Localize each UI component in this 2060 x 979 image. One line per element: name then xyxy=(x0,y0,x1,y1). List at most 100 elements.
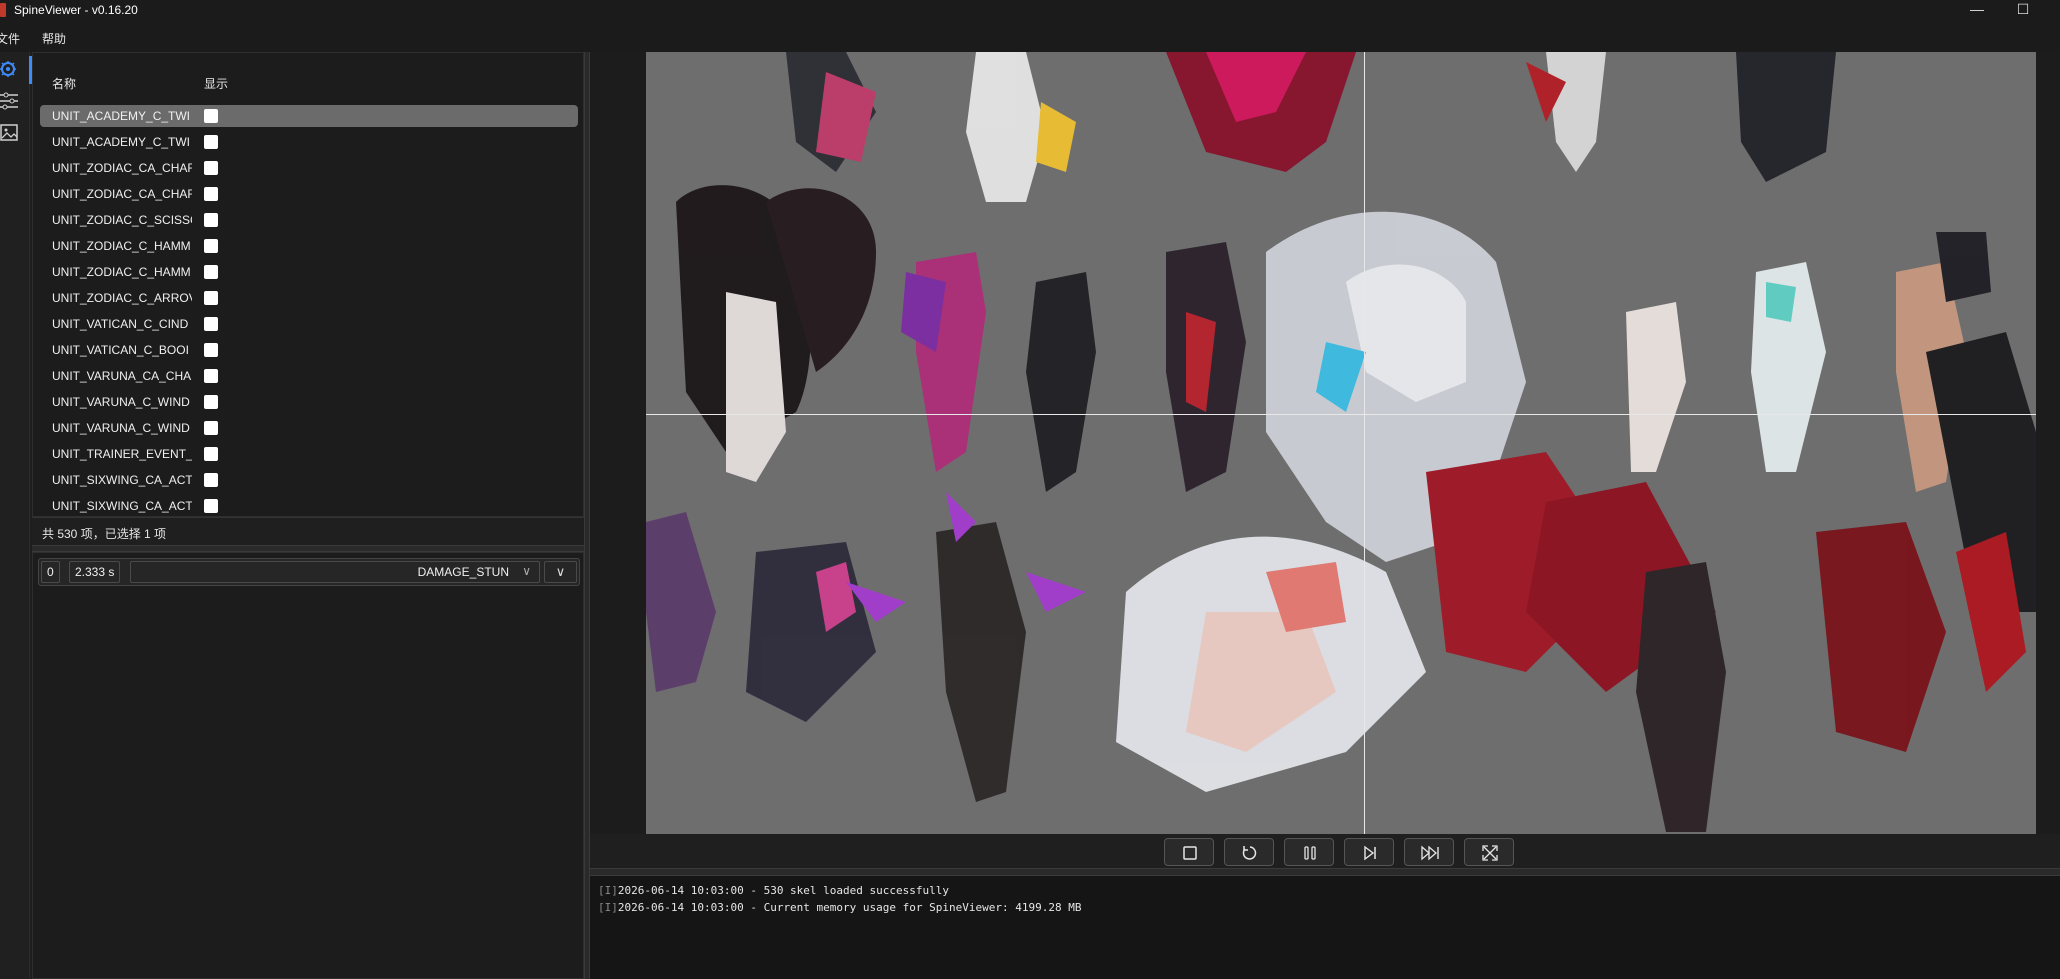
show-checkbox[interactable] xyxy=(204,187,218,201)
title-bar: SpineViewer - v0.16.20 — ☐ xyxy=(0,0,2060,20)
list-item[interactable]: UNIT_ZODIAC_C_HAMM xyxy=(40,235,578,257)
fast-forward-icon xyxy=(1421,845,1439,861)
list-item[interactable]: UNIT_TRAINER_EVENT_I xyxy=(40,443,578,465)
preview-area xyxy=(590,52,2060,834)
image-icon[interactable] xyxy=(0,122,20,144)
list-item-name: UNIT_VARUNA_CA_CHA xyxy=(52,369,192,383)
show-checkbox[interactable] xyxy=(204,135,218,149)
list-item-name: UNIT_ZODIAC_C_HAMM xyxy=(52,239,191,253)
show-checkbox[interactable] xyxy=(204,161,218,175)
window-title: SpineViewer - v0.16.20 xyxy=(14,3,138,17)
list-item-name: UNIT_ZODIAC_CA_CHAF xyxy=(52,187,192,201)
menu-bar: 文件 帮助 xyxy=(0,20,2060,52)
list-item-name: UNIT_ZODIAC_C_HAMM xyxy=(52,265,191,279)
show-checkbox[interactable] xyxy=(204,447,218,461)
crosshair-horizontal xyxy=(646,414,2036,415)
restart-icon xyxy=(1242,846,1257,860)
show-checkbox[interactable] xyxy=(204,473,218,487)
show-checkbox[interactable] xyxy=(204,369,218,383)
list-item-name: UNIT_SIXWING_CA_ACT xyxy=(52,499,192,513)
show-checkbox[interactable] xyxy=(204,213,218,227)
stop-button[interactable] xyxy=(1164,838,1214,866)
list-item-name: UNIT_VATICAN_C_CIND xyxy=(52,317,189,331)
show-checkbox[interactable] xyxy=(204,239,218,253)
track-index: 0 xyxy=(41,561,60,583)
log-message: 2026-06-14 10:03:00 - 530 skel loaded su… xyxy=(617,884,950,897)
list-item-name: UNIT_ACADEMY_C_TWI xyxy=(52,109,191,123)
log-panel: [I]2026-06-14 10:03:00 - 530 skel loaded… xyxy=(590,876,2060,979)
left-panel: 名称 显示 UNIT_ACADEMY_C_TWI UNIT_ACADEMY_C_… xyxy=(32,52,584,979)
list-status-bar: 共 530 项，已选择 1 项 xyxy=(32,517,584,545)
list-item[interactable]: UNIT_VATICAN_C_CIND xyxy=(40,313,578,335)
animation-panel: 0 2.333 s DAMAGE_STUN ∨ ∨ xyxy=(32,552,584,979)
animation-track-row: 0 2.333 s DAMAGE_STUN ∨ ∨ xyxy=(38,558,580,586)
list-item[interactable]: UNIT_ZODIAC_C_ARROV xyxy=(40,287,578,309)
sliders-icon[interactable] xyxy=(0,90,20,112)
pause-icon xyxy=(1304,846,1316,860)
chevron-down-icon: ∨ xyxy=(522,564,531,578)
step-forward-icon xyxy=(1364,845,1376,861)
list-item-name: UNIT_TRAINER_EVENT_I xyxy=(52,447,192,461)
show-checkbox[interactable] xyxy=(204,109,218,123)
list-item[interactable]: UNIT_SIXWING_CA_ACT xyxy=(40,495,578,515)
log-message: 2026-06-14 10:03:00 - Current memory usa… xyxy=(617,901,1082,914)
list-item[interactable]: UNIT_ZODIAC_CA_CHAF xyxy=(40,157,578,179)
list-item[interactable]: UNIT_VATICAN_C_BOOI xyxy=(40,339,578,361)
skeleton-list: 名称 显示 UNIT_ACADEMY_C_TWI UNIT_ACADEMY_C_… xyxy=(32,52,584,517)
expand-icon xyxy=(1482,845,1498,861)
settings-cog-icon[interactable] xyxy=(0,58,20,80)
spine-canvas[interactable] xyxy=(646,52,2036,834)
animation-select[interactable]: DAMAGE_STUN ∨ xyxy=(130,561,540,583)
show-checkbox[interactable] xyxy=(204,291,218,305)
log-line: [I]2026-06-14 10:03:00 - Current memory … xyxy=(598,901,1081,914)
character-sprites xyxy=(646,52,2036,832)
list-item-name: UNIT_ZODIAC_CA_CHAF xyxy=(52,161,192,175)
show-checkbox[interactable] xyxy=(204,265,218,279)
restart-button[interactable] xyxy=(1224,838,1274,866)
list-item[interactable]: UNIT_ZODIAC_C_HAMM xyxy=(40,261,578,283)
list-item[interactable]: UNIT_ACADEMY_C_TWI xyxy=(40,131,578,153)
list-item[interactable]: UNIT_VARUNA_C_WIND xyxy=(40,417,578,439)
step-forward-button[interactable] xyxy=(1344,838,1394,866)
log-line: [I]2026-06-14 10:03:00 - 530 skel loaded… xyxy=(598,884,949,897)
show-checkbox[interactable] xyxy=(204,343,218,357)
animation-duration: 2.333 s xyxy=(69,561,121,583)
menu-help[interactable]: 帮助 xyxy=(42,30,66,47)
app-logo-icon xyxy=(0,3,6,17)
list-item[interactable]: UNIT_ZODIAC_C_SCISSC xyxy=(40,209,578,231)
maximize-button[interactable]: ☐ xyxy=(2000,0,2046,20)
show-checkbox[interactable] xyxy=(204,395,218,409)
column-header-name[interactable]: 名称 xyxy=(52,75,76,92)
skip-to-end-button[interactable] xyxy=(1404,838,1454,866)
list-item-name: UNIT_ACADEMY_C_TWI xyxy=(52,135,191,149)
show-checkbox[interactable] xyxy=(204,499,218,513)
animation-expand-button[interactable]: ∨ xyxy=(544,561,577,583)
list-item[interactable]: UNIT_ACADEMY_C_TWI xyxy=(40,105,578,127)
list-item-name: UNIT_VATICAN_C_BOOI xyxy=(52,343,189,357)
side-rail xyxy=(0,52,30,979)
show-checkbox[interactable] xyxy=(204,421,218,435)
list-item-name: UNIT_SIXWING_CA_ACT xyxy=(52,473,192,487)
log-level: [I] xyxy=(598,884,618,897)
selection-count: 共 530 项，已选择 1 项 xyxy=(42,527,167,541)
column-header-show[interactable]: 显示 xyxy=(204,75,228,92)
panel-splitter[interactable] xyxy=(32,545,584,552)
chevron-down-icon: ∨ xyxy=(555,564,566,579)
stop-icon xyxy=(1183,846,1197,860)
list-item[interactable]: UNIT_ZODIAC_CA_CHAF xyxy=(40,183,578,205)
fullscreen-button[interactable] xyxy=(1464,838,1514,866)
list-item-name: UNIT_ZODIAC_C_SCISSC xyxy=(52,213,192,227)
list-item[interactable]: UNIT_SIXWING_CA_ACT xyxy=(40,469,578,491)
animation-name: DAMAGE_STUN xyxy=(417,565,509,579)
menu-file[interactable]: 文件 xyxy=(0,30,20,47)
log-splitter[interactable] xyxy=(590,868,2060,876)
maximize-icon: ☐ xyxy=(2016,1,2030,17)
crosshair-vertical xyxy=(1364,52,1365,834)
log-level: [I] xyxy=(598,901,618,914)
show-checkbox[interactable] xyxy=(204,317,218,331)
minimize-button[interactable]: — xyxy=(1954,0,2000,20)
list-item-name: UNIT_VARUNA_C_WIND xyxy=(52,395,190,409)
pause-button[interactable] xyxy=(1284,838,1334,866)
list-item[interactable]: UNIT_VARUNA_C_WIND xyxy=(40,391,578,413)
list-item[interactable]: UNIT_VARUNA_CA_CHA xyxy=(40,365,578,387)
